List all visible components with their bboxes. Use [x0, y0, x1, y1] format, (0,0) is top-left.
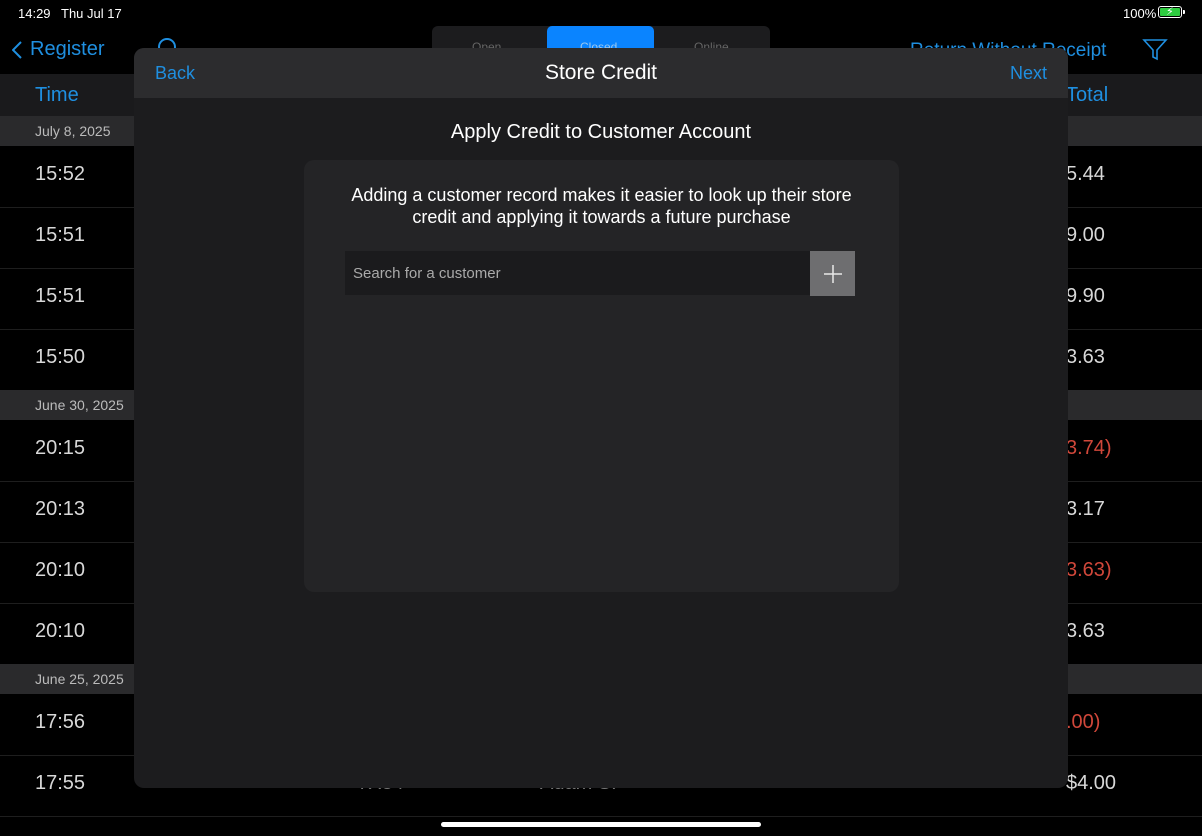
customer-card: Adding a customer record makes it easier…: [304, 160, 899, 592]
row-time: 17:56: [35, 711, 86, 733]
modal-header: Back Store Credit Next: [134, 48, 1068, 98]
card-description: Adding a customer record makes it easier…: [351, 185, 852, 227]
row-time: 17:55: [35, 772, 86, 794]
row-total: 9.90: [1066, 285, 1105, 307]
row-time: 20:10: [35, 620, 86, 642]
row-time: 20:15: [35, 437, 86, 459]
row-time: 15:50: [35, 346, 86, 368]
plus-icon: [823, 264, 842, 283]
customer-search-input[interactable]: [345, 251, 810, 295]
status-time: 14:29: [18, 6, 51, 21]
battery-icon: ⚡: [1158, 6, 1182, 18]
row-total: 3.63: [1066, 620, 1105, 642]
status-bar: 14:29 Thu Jul 17 100% ⚡: [0, 0, 1202, 26]
status-date: Thu Jul 17: [61, 6, 122, 21]
register-back-button[interactable]: Register: [12, 38, 104, 61]
section-date: June 25, 2025: [35, 671, 124, 687]
chevron-left-icon: [12, 40, 22, 59]
row-total: 3.63): [1066, 559, 1112, 581]
section-date: June 30, 2025: [35, 397, 124, 413]
customer-search-row: [345, 251, 855, 296]
register-back-label: Register: [30, 38, 105, 60]
add-customer-button[interactable]: [810, 251, 855, 296]
row-total: 9.00: [1066, 224, 1105, 246]
row-time: 20:10: [35, 559, 86, 581]
modal-title: Store Credit: [544, 61, 658, 84]
filter-icon[interactable]: [1142, 38, 1168, 62]
row-total: 5.44: [1066, 163, 1105, 185]
row-time: 15:51: [35, 285, 86, 307]
store-credit-modal: Back Store Credit Next Apply Credit to C…: [134, 48, 1068, 788]
row-total: 3.17: [1066, 498, 1105, 520]
modal-subtitle: Apply Credit to Customer Account: [450, 121, 752, 143]
section-date: July 8, 2025: [35, 123, 111, 139]
column-time[interactable]: Time: [35, 84, 79, 107]
row-time: 20:13: [35, 498, 86, 520]
row-time: 15:51: [35, 224, 86, 246]
row-total: 3.63: [1066, 346, 1105, 368]
screen: 14:29 Thu Jul 17 100% ⚡ Register Open Cl…: [0, 0, 1202, 836]
home-indicator[interactable]: [441, 822, 761, 827]
row-total: .00): [1066, 711, 1101, 733]
row-time: 15:52: [35, 163, 86, 185]
battery-percent: 100%: [1123, 6, 1157, 21]
battery-tip: [1183, 10, 1185, 14]
row-total: $4.00: [1066, 772, 1117, 794]
row-total: 3.74): [1066, 437, 1112, 459]
column-total[interactable]: Total: [1066, 84, 1108, 107]
modal-next-button[interactable]: Next: [1010, 63, 1047, 84]
